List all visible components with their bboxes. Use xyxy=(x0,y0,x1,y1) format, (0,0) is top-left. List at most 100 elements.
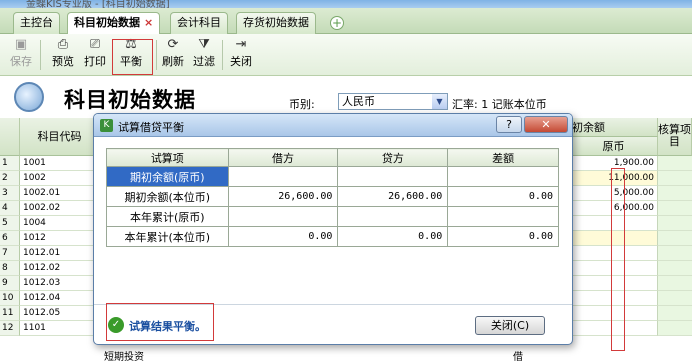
row-number: 2 xyxy=(0,171,20,186)
help-button[interactable]: ? xyxy=(496,116,522,133)
check-item-cell[interactable] xyxy=(658,291,692,306)
row-number: 1 xyxy=(0,156,20,171)
window-title: 金蝶KIS专业版 - [科目初始数据] xyxy=(26,0,170,8)
check-item-cell[interactable] xyxy=(658,261,692,276)
trial-item-cell[interactable]: 期初余额(原币) xyxy=(106,166,229,187)
tab-label: 主控台 xyxy=(20,16,53,29)
table-row[interactable]: 期初余额(本位币) 26,600.00 26,600.00 0.00 xyxy=(106,186,559,207)
dialog-close-button[interactable]: 关闭(C) xyxy=(475,316,545,335)
currency-select[interactable]: 人民币 ▼ xyxy=(338,93,448,110)
row-number: 3 xyxy=(0,186,20,201)
col-header-item: 试算项 xyxy=(106,148,229,167)
tab-label: 会计科目 xyxy=(177,16,221,29)
dialog-footer: ✓ 试算结果平衡。 关闭(C) xyxy=(94,303,572,344)
debit-cell xyxy=(227,166,339,187)
table-row[interactable]: 本年累计(原币) xyxy=(106,206,559,227)
currency-value: 人民币 xyxy=(342,95,375,108)
account-code-cell[interactable]: 1012.05 xyxy=(20,306,100,321)
row-number: 9 xyxy=(0,276,20,291)
account-code-cell[interactable]: 1012.01 xyxy=(20,246,100,261)
account-code-cell[interactable]: 1002.01 xyxy=(20,186,100,201)
debit-cell: 0.00 xyxy=(227,226,339,247)
account-code-cell[interactable]: 1001 xyxy=(20,156,100,171)
check-item-cell[interactable] xyxy=(658,156,692,171)
col-header-code: 科目代码 xyxy=(20,118,100,156)
check-item-cell[interactable] xyxy=(658,201,692,216)
save-icon: ▣ xyxy=(14,37,28,52)
credit-cell xyxy=(337,206,449,227)
refresh-button[interactable]: ⟳ 刷新 xyxy=(158,37,188,73)
tab-inventory-initial-data[interactable]: 存货初始数据 xyxy=(236,12,316,34)
row-number: 12 xyxy=(0,321,20,336)
trial-item-cell[interactable]: 本年累计(本位币) xyxy=(106,226,229,247)
col-header-initial-balance: 初余额 xyxy=(570,118,658,137)
tab-accounts[interactable]: 会计科目 xyxy=(170,12,228,34)
close-button[interactable]: ⇥ 关闭 xyxy=(226,37,256,73)
tab-main-console[interactable]: 主控台 xyxy=(13,12,60,34)
chevron-down-icon[interactable]: ▼ xyxy=(432,94,447,109)
trial-item-cell[interactable]: 本年累计(原币) xyxy=(106,206,229,227)
row-number: 11 xyxy=(0,306,20,321)
row-number: 8 xyxy=(0,261,20,276)
col-header-difference: 差额 xyxy=(447,148,559,167)
highlight-box xyxy=(106,303,214,341)
toolbar-divider xyxy=(40,40,41,70)
row-number: 10 xyxy=(0,291,20,306)
check-item-cell[interactable] xyxy=(658,276,692,291)
print-button[interactable]: ⎚ 打印 xyxy=(80,37,110,73)
credit-cell: 26,600.00 xyxy=(337,186,449,207)
check-item-cell[interactable] xyxy=(658,306,692,321)
check-item-cell[interactable] xyxy=(658,321,692,336)
row-number: 5 xyxy=(0,216,20,231)
account-code-cell[interactable]: 1002 xyxy=(20,171,100,186)
col-header-credit: 贷方 xyxy=(337,148,449,167)
highlight-box xyxy=(112,39,153,75)
exchange-rate-text: 汇率: 1 记账本位币 xyxy=(452,98,547,111)
account-code-cell[interactable]: 1012.03 xyxy=(20,276,100,291)
account-code-cell[interactable]: 1012.04 xyxy=(20,291,100,306)
account-code-cell[interactable]: 1012.02 xyxy=(20,261,100,276)
table-row[interactable]: 期初余额(原币) xyxy=(106,166,559,187)
highlight-box xyxy=(611,168,625,351)
credit-cell: 0.00 xyxy=(337,226,449,247)
printer-icon: ⎚ xyxy=(89,37,101,52)
row-number: 7 xyxy=(0,246,20,261)
trial-balance-table: 试算项 借方 贷方 差额 期初余额(原币) 期初余额(本位币) 26,600.0… xyxy=(106,148,559,247)
difference-cell xyxy=(447,166,559,187)
debit-cell xyxy=(227,206,339,227)
tab-bar: 主控台 科目初始数据 × 会计科目 存货初始数据 + xyxy=(0,8,692,35)
toolbar: ▣ 保存 ⎙ 预览 ⎚ 打印 ⚖ 平衡 ⟳ 刷新 ⧩ 过滤 ⇥ 关闭 xyxy=(0,34,692,76)
grid-corner xyxy=(0,118,20,156)
magnifier-icon xyxy=(14,82,44,112)
tab-close-icon[interactable]: × xyxy=(144,16,153,29)
check-item-cell[interactable] xyxy=(658,231,692,246)
trial-balance-dialog: K 试算借贷平衡 ? ✕ 试算项 借方 贷方 差额 期初余额(原币) 期初余额(… xyxy=(93,113,573,345)
row-number: 4 xyxy=(0,201,20,216)
add-tab-icon[interactable]: + xyxy=(330,16,344,30)
difference-cell: 0.00 xyxy=(447,186,559,207)
save-button[interactable]: ▣ 保存 xyxy=(6,37,36,73)
check-item-cell[interactable] xyxy=(658,216,692,231)
refresh-icon: ⟳ xyxy=(167,37,179,52)
difference-cell: 0.00 xyxy=(447,226,559,247)
col-header-check-items: 核算项目 xyxy=(658,118,692,156)
check-item-cell[interactable] xyxy=(658,171,692,186)
check-item-cell[interactable] xyxy=(658,186,692,201)
tab-label: 科目初始数据 xyxy=(74,16,140,29)
page-header: 科目初始数据 币别: 人民币 ▼ 汇率: 1 记账本位币 xyxy=(0,76,692,118)
dialog-title: 试算借贷平衡 xyxy=(118,121,184,134)
tab-account-initial-data[interactable]: 科目初始数据 × xyxy=(67,12,161,35)
check-item-cell[interactable] xyxy=(658,246,692,261)
account-code-cell[interactable]: 1002.02 xyxy=(20,201,100,216)
account-code-cell[interactable]: 1012 xyxy=(20,231,100,246)
preview-button[interactable]: ⎙ 预览 xyxy=(48,37,78,73)
trial-item-cell[interactable]: 期初余额(本位币) xyxy=(106,186,229,207)
col-header-debit: 借方 xyxy=(227,148,339,167)
toolbar-divider xyxy=(222,40,223,70)
close-icon[interactable]: ✕ xyxy=(524,116,568,133)
table-row[interactable]: 本年累计(本位币) 0.00 0.00 0.00 xyxy=(106,226,559,247)
app-icon: K xyxy=(100,119,113,132)
filter-button[interactable]: ⧩ 过滤 xyxy=(189,37,219,73)
account-code-cell[interactable]: 1101 xyxy=(20,321,100,336)
account-code-cell[interactable]: 1004 xyxy=(20,216,100,231)
